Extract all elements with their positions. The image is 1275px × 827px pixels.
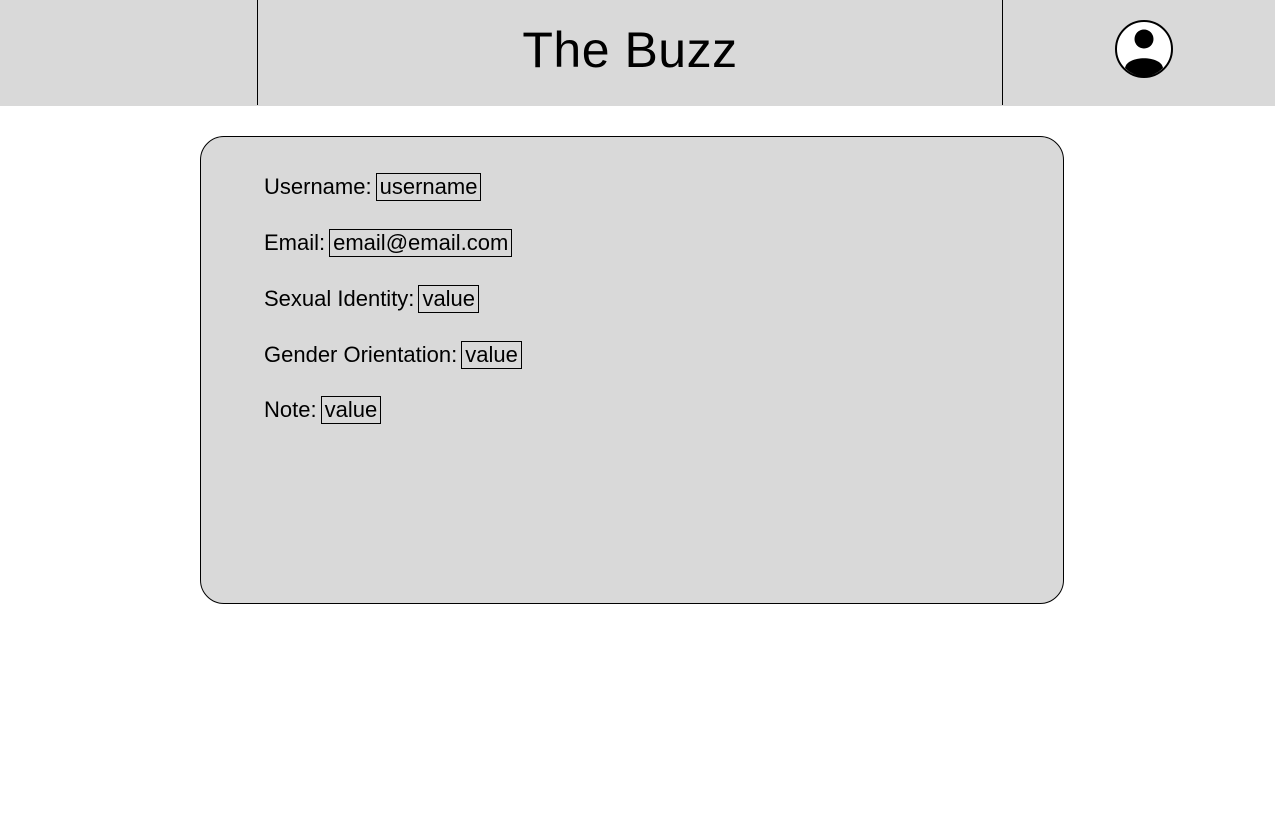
header-left-section [0, 0, 257, 106]
sexual-identity-label: Sexual Identity: [264, 286, 415, 311]
username-label: Username: [264, 174, 372, 199]
site-title: The Buzz [522, 21, 738, 78]
note-row: Note: value [264, 395, 382, 425]
email-value[interactable]: email@email.com [329, 229, 513, 257]
profile-card: Username: username Email: email@email.co… [200, 136, 1064, 604]
header-title-section: The Buzz [257, 0, 1003, 105]
account-circle-icon [1115, 20, 1173, 78]
email-row: Email: email@email.com [264, 228, 513, 258]
gender-orientation-label: Gender Orientation: [264, 342, 458, 367]
account-button[interactable] [1114, 19, 1174, 79]
sexual-identity-value[interactable]: value [418, 285, 480, 313]
note-value[interactable]: value [320, 396, 382, 424]
gender-orientation-value[interactable]: value [461, 341, 522, 369]
username-row: Username: username [264, 172, 482, 202]
gender-orientation-row: Gender Orientation: value [264, 340, 522, 370]
note-label: Note: [264, 397, 317, 422]
username-value[interactable]: username [375, 173, 482, 201]
header-bar: The Buzz [0, 0, 1275, 106]
sexual-identity-row: Sexual Identity: value [264, 284, 480, 314]
header-right-section [1003, 0, 1275, 106]
email-label: Email: [264, 230, 326, 255]
